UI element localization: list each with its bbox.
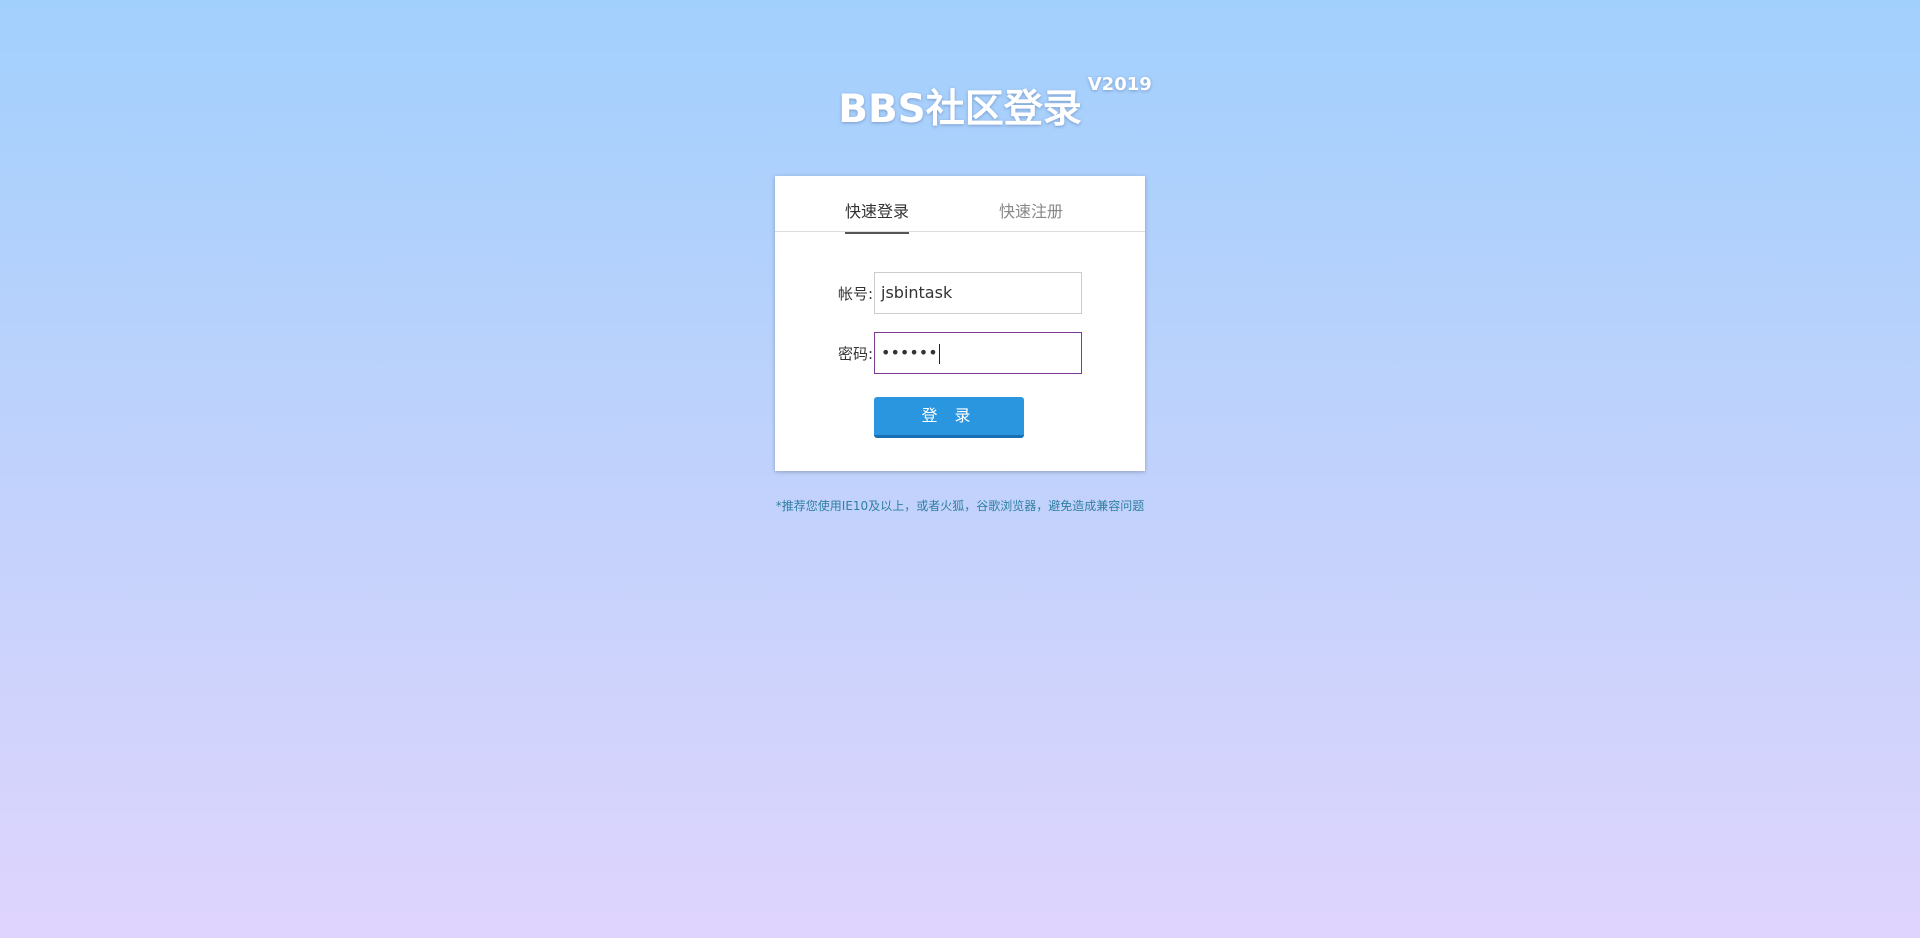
tab-quick-register[interactable]: 快速注册	[999, 198, 1063, 232]
login-card: 快速登录 快速注册 帐号: jsbintask 密码: •••••• 登 录	[775, 176, 1145, 471]
password-input[interactable]: ••••••	[874, 332, 1082, 374]
browser-recommendation-note: *推荐您使用IE10及以上，或者火狐，谷歌浏览器，避免造成兼容问题	[775, 499, 1145, 513]
password-row: 密码: ••••••	[775, 332, 1145, 374]
account-input-value: jsbintask	[881, 283, 953, 302]
version-badge: V2019	[1087, 74, 1152, 95]
page-title-text: BBS社区登录	[838, 87, 1082, 132]
login-button[interactable]: 登 录	[874, 397, 1024, 438]
page-title: BBS社区登录 V2019	[838, 74, 1152, 134]
page-header: BBS社区登录 V2019	[0, 74, 1920, 134]
password-input-value: ••••••	[881, 343, 938, 362]
account-input[interactable]: jsbintask	[874, 272, 1082, 314]
text-caret	[938, 343, 940, 364]
tab-quick-login[interactable]: 快速登录	[845, 198, 910, 234]
account-label: 帐号:	[837, 285, 873, 303]
password-label: 密码:	[837, 345, 873, 363]
tab-bar: 快速登录 快速注册	[775, 176, 1145, 234]
account-row: 帐号: jsbintask	[775, 272, 1145, 314]
